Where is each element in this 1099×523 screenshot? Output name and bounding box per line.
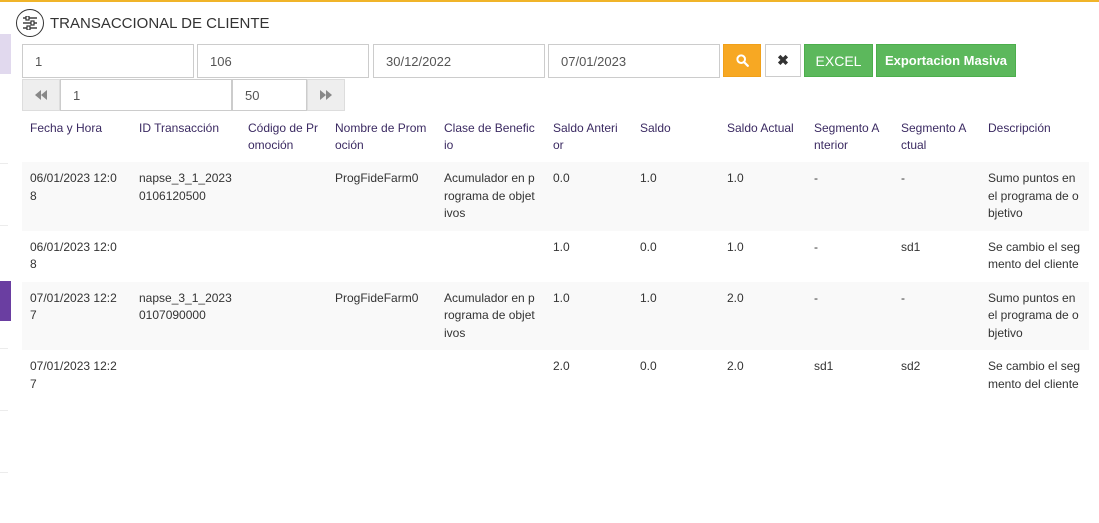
table-cell: ProgFideFarm0 xyxy=(327,281,436,350)
table-cell: 1.0 xyxy=(545,230,632,282)
table-cell: 2.0 xyxy=(719,350,806,401)
table-cell: Sumo puntos en el programa de objetivo xyxy=(980,281,1089,350)
clear-button[interactable]: ✖ xyxy=(765,44,801,77)
table-cell xyxy=(327,350,436,401)
sidebar-edge-divider xyxy=(0,225,8,226)
sidebar-edge-divider xyxy=(0,472,8,473)
table-cell: sd2 xyxy=(893,350,980,401)
table-cell: 1.0 xyxy=(719,230,806,282)
excel-button[interactable]: EXCEL xyxy=(804,44,873,77)
table-cell: Acumulador en programa de objetivos xyxy=(436,281,545,350)
column-header[interactable]: Segmento Anterior xyxy=(806,115,893,162)
table-cell xyxy=(240,162,327,231)
table-cell: - xyxy=(806,230,893,282)
column-header[interactable]: Saldo Actual xyxy=(719,115,806,162)
table-cell xyxy=(240,350,327,401)
search-button[interactable] xyxy=(723,44,761,77)
table-cell: 0.0 xyxy=(632,230,719,282)
transactions-table: Fecha y Hora ID Transacción Código de Pr… xyxy=(22,115,1089,401)
table-cell xyxy=(131,350,240,401)
table-cell: - xyxy=(893,281,980,350)
bulk-export-button[interactable]: Exportacion Masiva xyxy=(876,44,1016,77)
table-cell xyxy=(131,230,240,282)
column-header[interactable]: Descripción xyxy=(980,115,1089,162)
table-cell xyxy=(436,230,545,282)
table-cell xyxy=(436,350,545,401)
table-cell: 1.0 xyxy=(719,162,806,231)
column-header[interactable]: Saldo Anterior xyxy=(545,115,632,162)
close-icon: ✖ xyxy=(777,52,789,68)
table-cell: ProgFideFarm0 xyxy=(327,162,436,231)
table-cell: 0.0 xyxy=(632,350,719,401)
table-cell: 07/01/2023 12:27 xyxy=(22,350,131,401)
table-cell: Acumulador en programa de objetivos xyxy=(436,162,545,231)
table-cell: 0.0 xyxy=(545,162,632,231)
table-cell xyxy=(240,230,327,282)
date-from-input[interactable] xyxy=(373,44,545,78)
column-header[interactable]: Código de Promoción xyxy=(240,115,327,162)
table-row[interactable]: 07/01/2023 12:27 napse_3_1_2023010709000… xyxy=(22,281,1089,350)
table-cell: 06/01/2023 12:08 xyxy=(22,162,131,231)
client-filter-input[interactable] xyxy=(22,44,194,78)
page-size-input[interactable] xyxy=(232,79,307,111)
id-filter-input[interactable] xyxy=(197,44,369,78)
table-cell: 07/01/2023 12:27 xyxy=(22,281,131,350)
column-header[interactable]: Saldo xyxy=(632,115,719,162)
search-icon xyxy=(735,54,749,67)
sidebar-edge-highlight xyxy=(0,34,11,74)
top-accent-line xyxy=(0,0,1099,2)
table-cell: 1.0 xyxy=(632,162,719,231)
page-number-input[interactable] xyxy=(60,79,232,111)
table-cell: 2.0 xyxy=(719,281,806,350)
table-cell: 2.0 xyxy=(545,350,632,401)
table-cell: - xyxy=(893,162,980,231)
page-header: TRANSACCIONAL DE CLIENTE xyxy=(16,9,270,37)
column-header[interactable]: Nombre de Promoción xyxy=(327,115,436,162)
column-header[interactable]: Segmento Actual xyxy=(893,115,980,162)
table-cell: 1.0 xyxy=(545,281,632,350)
table-cell: - xyxy=(806,162,893,231)
table-cell: Se cambio el segmento del cliente xyxy=(980,230,1089,282)
first-page-button[interactable] xyxy=(22,79,60,111)
table-cell: napse_3_1_20230106120500 xyxy=(131,162,240,231)
page-title: TRANSACCIONAL DE CLIENTE xyxy=(50,14,270,32)
table-cell: Se cambio el segmento del cliente xyxy=(980,350,1089,401)
table-cell: - xyxy=(806,281,893,350)
column-header[interactable]: Clase de Beneficio xyxy=(436,115,545,162)
date-to-input[interactable] xyxy=(548,44,720,78)
table-cell: napse_3_1_20230107090000 xyxy=(131,281,240,350)
last-page-button[interactable] xyxy=(307,79,345,111)
column-header[interactable]: ID Transacción xyxy=(131,115,240,162)
table-cell xyxy=(240,281,327,350)
sidebar-edge-divider xyxy=(0,410,8,411)
table-cell: 1.0 xyxy=(632,281,719,350)
table-cell: Sumo puntos en el programa de objetivo xyxy=(980,162,1089,231)
table-cell: sd1 xyxy=(806,350,893,401)
column-header[interactable]: Fecha y Hora xyxy=(22,115,131,162)
table-cell: 06/01/2023 12:08 xyxy=(22,230,131,282)
sidebar-edge-divider xyxy=(0,163,8,164)
table-row[interactable]: 07/01/2023 12:27 2.0 0.0 2.0 sd1 sd2 Se … xyxy=(22,350,1089,401)
table-row[interactable]: 06/01/2023 12:08 1.0 0.0 1.0 - sd1 Se ca… xyxy=(22,230,1089,282)
table-row[interactable]: 06/01/2023 12:08 napse_3_1_2023010612050… xyxy=(22,162,1089,231)
table-cell: sd1 xyxy=(893,230,980,282)
filter-settings-icon[interactable] xyxy=(16,9,44,37)
table-header-row: Fecha y Hora ID Transacción Código de Pr… xyxy=(22,115,1089,162)
sidebar-edge-divider xyxy=(0,348,8,349)
sidebar-edge-active xyxy=(0,281,11,321)
table-cell xyxy=(327,230,436,282)
fast-forward-icon xyxy=(320,90,332,100)
fast-backward-icon xyxy=(35,90,47,100)
